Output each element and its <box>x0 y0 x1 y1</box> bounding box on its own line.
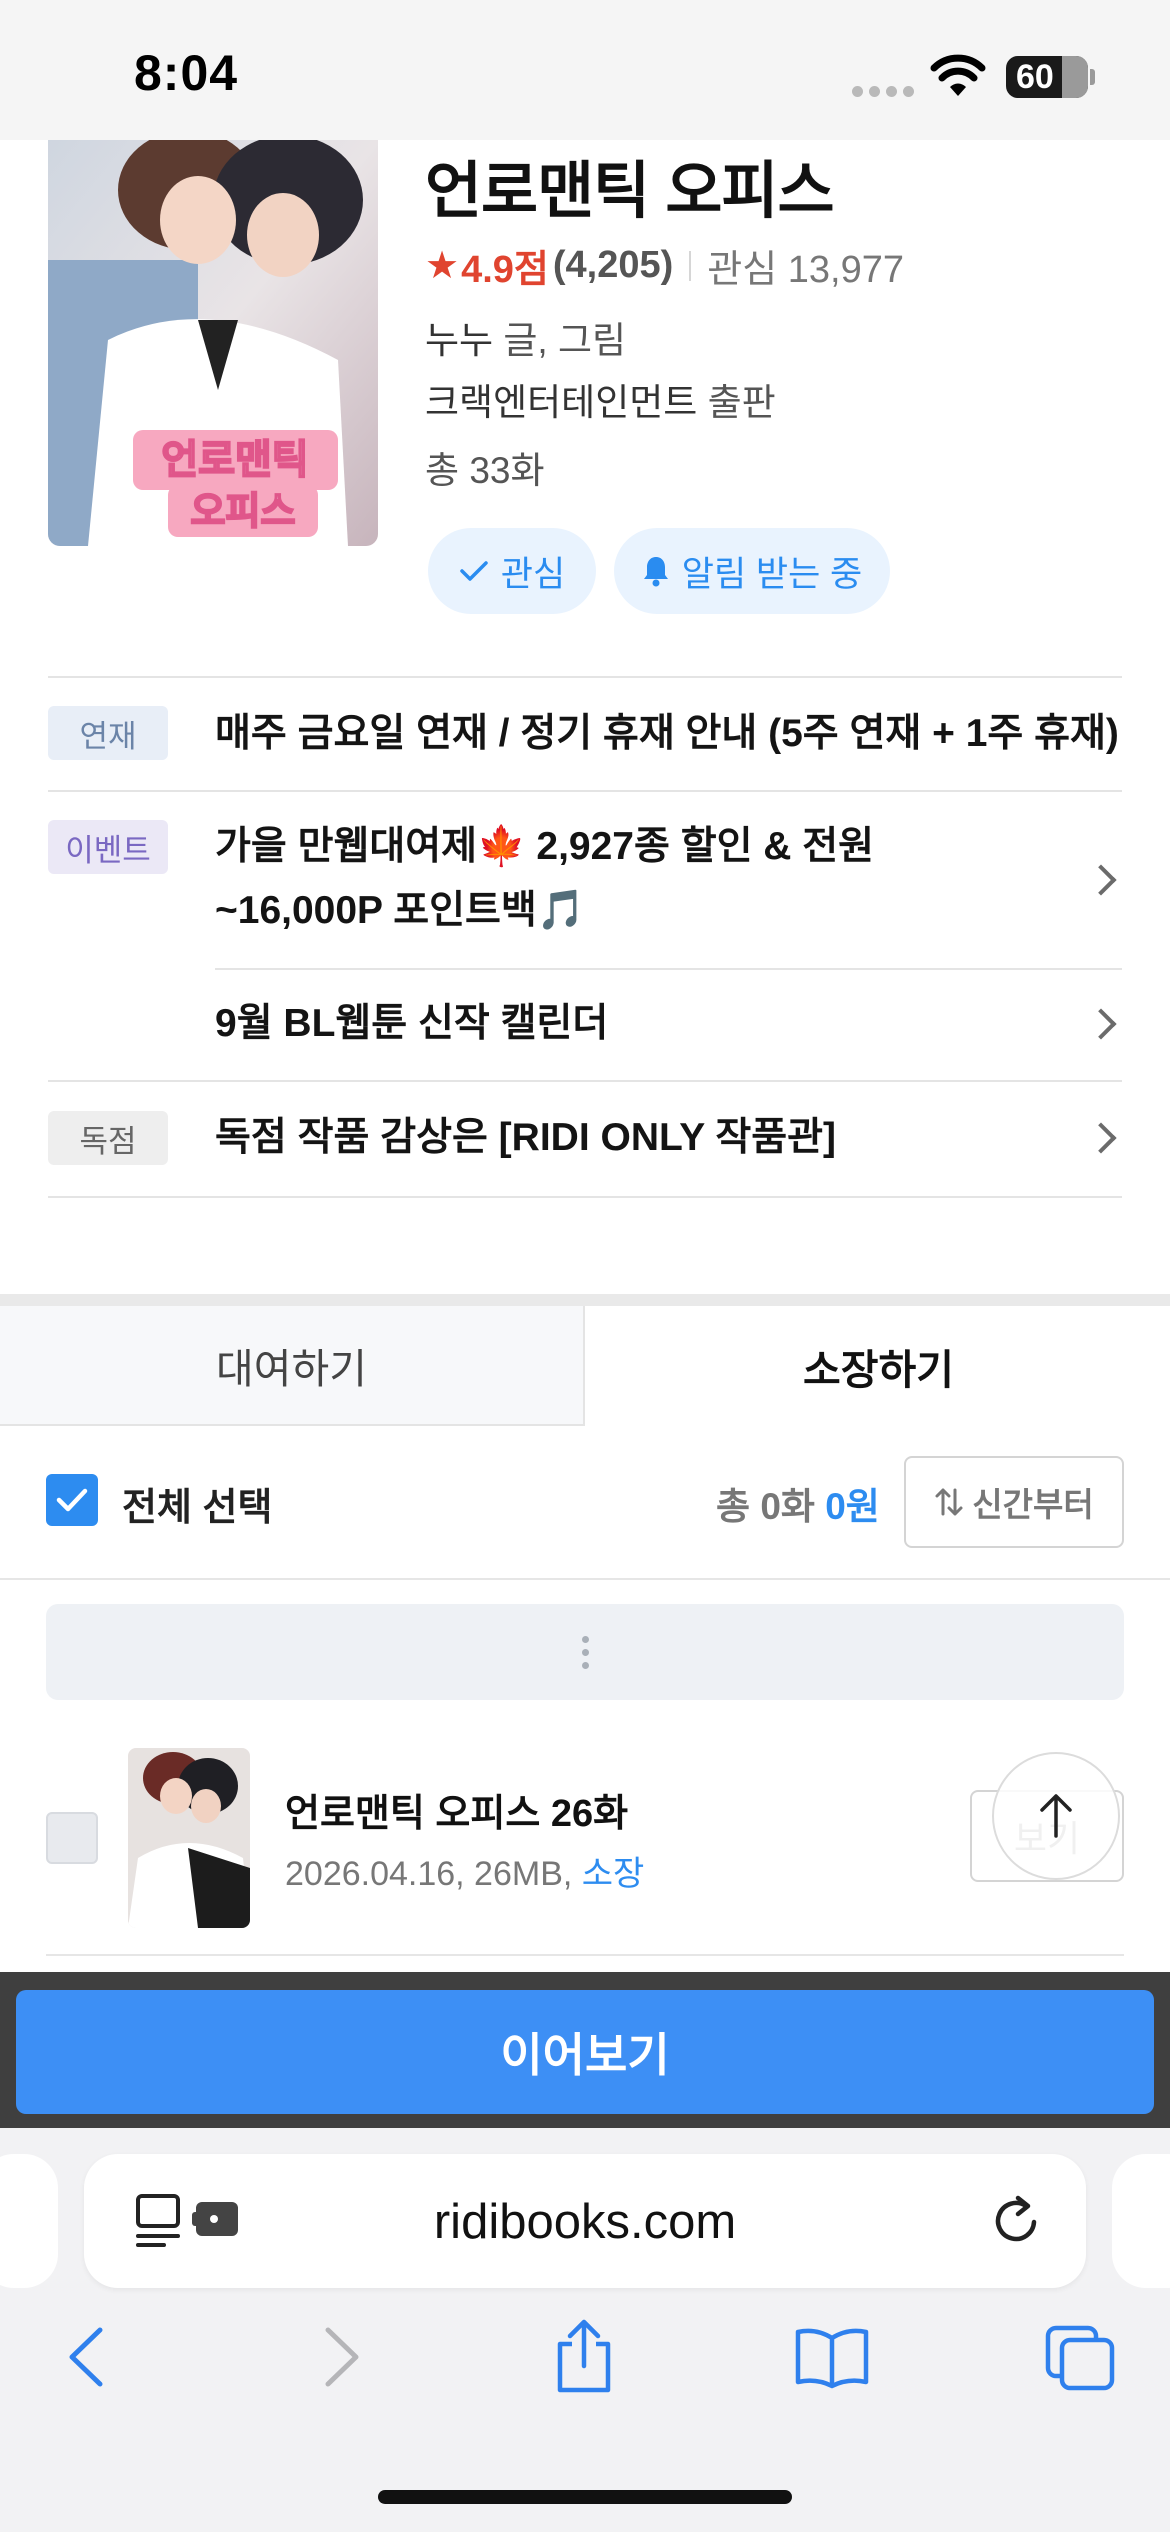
back-icon[interactable] <box>62 2324 112 2390</box>
select-all-checkbox[interactable] <box>46 1474 98 1526</box>
continue-reading-button[interactable]: 이어보기 <box>16 1990 1154 2114</box>
author-line: 누누 글, 그림 <box>425 320 627 361</box>
bell-icon <box>643 557 668 587</box>
home-indicator[interactable] <box>378 2490 792 2504</box>
interest-count: 관심 13,977 <box>707 249 904 291</box>
check-icon <box>460 561 488 581</box>
tabs-icon[interactable] <box>1044 2324 1116 2392</box>
notice-event-line1[interactable]: 가을 만웹대여제🍁 2,927종 할인 & 전원 <box>215 815 874 879</box>
star-icon: ★ <box>425 245 460 287</box>
next-tab-preview[interactable] <box>1112 2154 1170 2288</box>
publisher-line: 크랙엔터테인먼트 출판 <box>425 382 776 423</box>
tab-rent[interactable]: 대여하기 <box>0 1306 585 1426</box>
forward-icon[interactable] <box>316 2324 366 2390</box>
url-text[interactable]: ridibooks.com <box>84 2194 1086 2250</box>
chevron-right-icon[interactable] <box>1085 864 1117 896</box>
cover-title-1: 언로맨틱 <box>161 438 308 482</box>
rating-count[interactable]: (4,205) <box>553 244 673 287</box>
battery-level: 60 <box>1016 57 1054 96</box>
signal-icon <box>852 86 914 97</box>
author-link[interactable]: 누누 <box>425 320 493 361</box>
arrow-up-icon <box>1040 1794 1072 1838</box>
bookmarks-icon[interactable] <box>794 2324 870 2390</box>
select-all-label[interactable]: 전체 선택 <box>122 1476 272 1531</box>
notice-event-line2[interactable]: ~16,000P 포인트백🎵 <box>215 879 585 943</box>
notice-serial: 매주 금요일 연재 / 정기 휴재 안내 (5주 연재 + 1주 휴재) <box>215 712 1119 755</box>
previous-tab-preview[interactable] <box>0 2154 58 2288</box>
tag-serial: 연재 <box>48 706 168 760</box>
chevron-right-icon[interactable] <box>1085 1008 1117 1040</box>
wifi-icon <box>930 54 986 96</box>
rating-value: 4.9점 <box>461 249 549 291</box>
book-title: 언로맨틱 오피스 <box>425 157 835 226</box>
battery-icon: 60 <box>1006 56 1088 98</box>
total-price: 0원 <box>825 1486 880 1527</box>
publisher-link[interactable]: 크랙엔터테인먼트 <box>425 382 697 423</box>
episode-thumbnail <box>128 1748 250 1928</box>
status-time: 8:04 <box>134 45 239 101</box>
reload-icon[interactable] <box>988 2192 1044 2248</box>
book-cover[interactable]: 언로맨틱 오피스 <box>48 140 378 546</box>
rating-line: ★ 4.9점 (4,205) 관심 13,977 <box>425 238 904 293</box>
interest-button[interactable]: 관심 <box>428 528 596 614</box>
expand-more-button[interactable] <box>46 1604 1124 1700</box>
sort-button[interactable]: 신간부터 <box>904 1456 1124 1548</box>
episode-title[interactable]: 언로맨틱 오피스 26화 <box>285 1782 628 1837</box>
scroll-top-button[interactable] <box>992 1752 1120 1880</box>
total-summary: 총 0화 0원 <box>716 1486 880 1527</box>
notice-calendar[interactable]: 9월 BL웹툰 신작 캘린더 <box>215 992 608 1056</box>
status-bar: 8:04 60 <box>0 0 1170 140</box>
check-icon <box>56 1488 88 1512</box>
tag-exclusive: 독점 <box>48 1111 168 1165</box>
chevron-right-icon[interactable] <box>1085 1122 1117 1154</box>
notice-exclusive[interactable]: 독점 작품 감상은 [RIDI ONLY 작품관] <box>215 1106 836 1170</box>
sort-icon <box>935 1488 963 1516</box>
episode-status: 소장 <box>581 1855 645 1893</box>
total-episodes: 총 33화 <box>425 450 545 491</box>
tag-event: 이벤트 <box>48 820 168 874</box>
notify-button[interactable]: 알림 받는 중 <box>614 528 890 614</box>
tab-own[interactable]: 소장하기 <box>587 1306 1170 1426</box>
cover-title-2: 오피스 <box>191 491 296 533</box>
episode-meta: 2026.04.16, 26MB, 소장 <box>285 1855 645 1893</box>
share-icon[interactable] <box>552 2318 616 2394</box>
episode-checkbox[interactable] <box>46 1812 98 1864</box>
